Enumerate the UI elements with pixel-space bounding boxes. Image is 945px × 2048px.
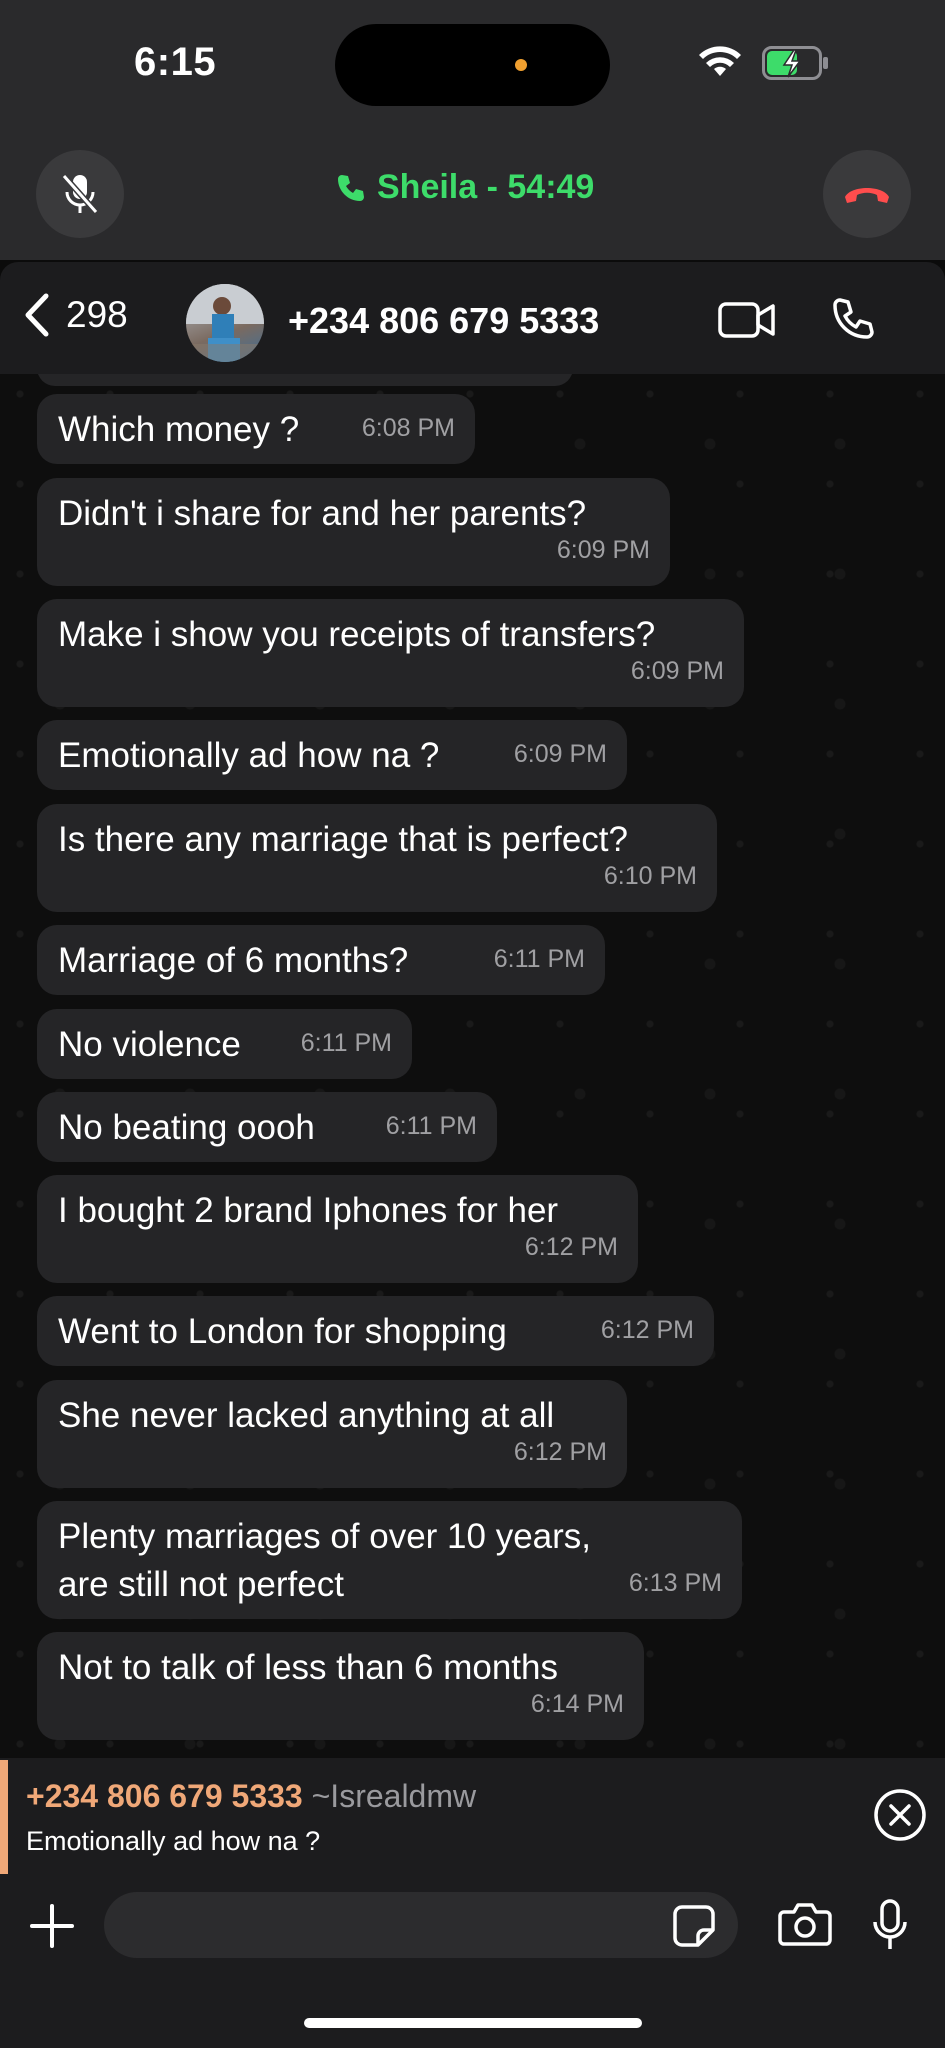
video-call-icon[interactable]	[718, 300, 776, 340]
ongoing-call-bar[interactable]: Sheila - 54:49	[0, 128, 945, 260]
message-bubble[interactable]: No beating oooh 6:11 PM	[37, 1092, 497, 1162]
message-text: She never lacked anything at all	[58, 1396, 555, 1435]
chevron-left-icon	[25, 293, 49, 337]
back-button[interactable]: 298	[22, 292, 128, 338]
message-text: Make i show you receipts of transfers?	[58, 615, 656, 654]
phone-icon	[338, 174, 364, 201]
message-bubble[interactable]: She never lacked anything at all 6:12 PM	[37, 1380, 627, 1488]
message-time: 6:13 PM	[628, 1569, 722, 1597]
message-bubble[interactable]: Make i show you receipts of transfers? 6…	[37, 599, 744, 707]
privacy-indicator-dot	[515, 59, 527, 71]
message-text: No violence	[58, 1025, 241, 1064]
attach-plus-icon[interactable]	[28, 1902, 76, 1950]
reply-quote: Emotionally ad how na ?	[26, 1826, 321, 1856]
voice-call-icon[interactable]	[830, 296, 876, 342]
sticker-icon[interactable]	[672, 1904, 716, 1948]
avatar-image	[186, 284, 264, 362]
reply-sender-name: ~Isrealdmw	[311, 1778, 477, 1814]
message-time: 6:12 PM	[524, 1233, 618, 1261]
dynamic-island	[335, 24, 610, 106]
hang-up-icon	[845, 188, 889, 203]
message-text: Plenty marriages of over 10 years, are s…	[58, 1517, 592, 1604]
message-text: Marriage of 6 months?	[58, 941, 409, 980]
message-text: Is there any marriage that is perfect?	[58, 820, 628, 859]
contact-name[interactable]: +234 806 679 5333	[288, 300, 599, 342]
message-text: No beating oooh	[58, 1108, 315, 1147]
message-time: 6:09 PM	[630, 657, 724, 685]
call-title: Sheila - 54:49	[377, 168, 595, 206]
message-time: 6:09 PM	[513, 740, 607, 768]
message-bubble[interactable]: Marriage of 6 months? 6:11 PM	[37, 925, 605, 995]
camera-icon[interactable]	[778, 1902, 832, 1946]
reply-preview[interactable]: +234 806 679 5333 ~Isrealdmw Emotionally…	[0, 1758, 945, 1880]
chat-messages[interactable]: Which money ? 6:08 PM Didn't i share for…	[0, 374, 945, 1758]
message-time: 6:09 PM	[556, 536, 650, 564]
message-bubble[interactable]: Plenty marriages of over 10 years, are s…	[37, 1501, 742, 1619]
close-reply-icon[interactable]	[873, 1788, 927, 1842]
message-time: 6:11 PM	[385, 1112, 477, 1140]
chat-header: 298 +234 806 679 5333	[0, 262, 945, 374]
status-time: 6:15	[134, 40, 217, 84]
message-text: I bought 2 brand Iphones for her	[58, 1191, 559, 1230]
message-bubble[interactable]: I bought 2 brand Iphones for her 6:12 PM	[37, 1175, 638, 1283]
mic-muted-icon	[61, 174, 99, 214]
message-input[interactable]	[104, 1892, 738, 1958]
message-time: 6:08 PM	[361, 414, 455, 442]
message-bubble[interactable]: No violence 6:11 PM	[37, 1009, 412, 1079]
message-bubble[interactable]: Which money ? 6:08 PM	[37, 394, 475, 464]
message-text: Emotionally ad how na ?	[58, 736, 440, 775]
mute-button[interactable]	[36, 150, 124, 238]
message-time: 6:14 PM	[530, 1690, 624, 1718]
battery-charging-icon	[762, 46, 828, 80]
message-time: 6:11 PM	[300, 1029, 392, 1057]
message-time: 6:12 PM	[513, 1438, 607, 1466]
call-status[interactable]: Sheila - 54:49	[335, 168, 594, 207]
home-indicator[interactable]	[304, 2018, 642, 2028]
message-time: 6:12 PM	[600, 1316, 694, 1344]
message-time: 6:10 PM	[603, 862, 697, 890]
message-bubble[interactable]: Not to talk of less than 6 months 6:14 P…	[37, 1632, 644, 1740]
message-bubble-partial	[37, 374, 573, 386]
reply-accent-bar	[0, 1760, 8, 1874]
message-time: 6:11 PM	[493, 945, 585, 973]
reply-sender: +234 806 679 5333 ~Isrealdmw	[26, 1778, 476, 1815]
microphone-icon[interactable]	[870, 1898, 910, 1952]
message-bubble[interactable]: Is there any marriage that is perfect? 6…	[37, 804, 717, 912]
contact-avatar[interactable]	[186, 284, 264, 362]
message-bubble[interactable]: Didn't i share for and her parents? 6:09…	[37, 478, 670, 586]
message-bubble[interactable]: Went to London for shopping 6:12 PM	[37, 1296, 714, 1366]
message-text: Went to London for shopping	[58, 1312, 507, 1351]
message-bubble[interactable]: Emotionally ad how na ? 6:09 PM	[37, 720, 627, 790]
message-text: Not to talk of less than 6 months	[58, 1648, 558, 1687]
status-bar: 6:15	[0, 0, 945, 128]
message-text: Which money ?	[58, 410, 300, 449]
reply-sender-number: +234 806 679 5333	[26, 1778, 303, 1814]
message-text: Didn't i share for and her parents?	[58, 494, 587, 533]
end-call-button[interactable]	[823, 150, 911, 238]
unread-count: 298	[66, 294, 128, 335]
wifi-icon	[699, 46, 741, 76]
